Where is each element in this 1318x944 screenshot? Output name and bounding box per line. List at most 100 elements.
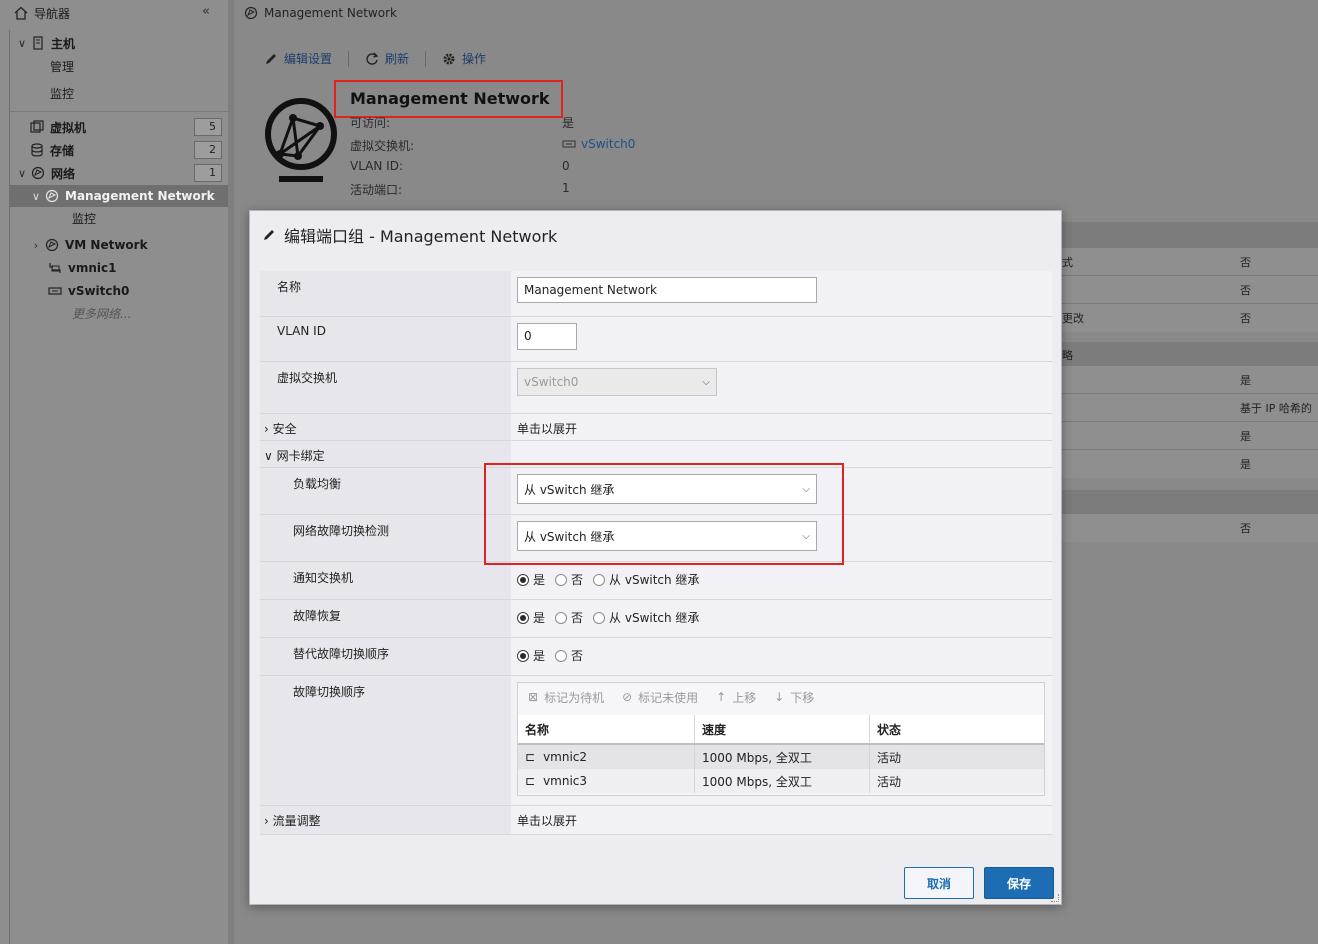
vswitch-label: 虚拟交换机 [260,362,511,413]
edit-settings-button[interactable]: 编辑设置 [264,50,332,67]
chevron-down-icon[interactable]: ∨ [16,167,28,180]
override-no-radio[interactable]: 否 [555,647,583,664]
highlight-box [484,463,844,565]
security-expand-hint[interactable]: 单击以展开 [511,414,1052,440]
nic-status: 活动 [877,774,902,789]
divider [10,111,228,112]
failback-no-label: 否 [571,611,584,625]
tree-item-host[interactable]: ∨ 主机 [16,32,75,54]
virtual-machine-icon [30,120,44,133]
column-header-speed[interactable]: 速度 [695,715,870,743]
move-up-button[interactable]: ↑ 上移 [716,689,756,706]
save-button[interactable]: 保存 [984,867,1054,899]
policy-value: 是 [1240,374,1251,387]
highlight-box [334,80,563,118]
cancel-button[interactable]: 取消 [904,867,974,899]
tree-item-storage-label: 存储 [50,143,75,158]
policy-value: 是 [1240,458,1251,471]
tree-item-mgmt-monitor[interactable]: 监控 [72,207,96,229]
notify-no-radio[interactable]: 否 [555,571,583,588]
tree-item-host-monitor-label: 监控 [50,86,75,101]
traffic-shaping-toggle[interactable]: › 流量调整 [260,806,511,834]
tree-item-management-network-label: Management Network [65,189,215,203]
traffic-shaping-expand-hint[interactable]: 单击以展开 [511,806,1052,834]
failover-order-table: ⊠ 标记为待机 ⊘ 标记未使用 ↑ 上移 ↓ 下移 名称 速度 状态 ⊏ vmnic2 1… [517,682,1045,796]
policy-label: 更改 [1062,312,1084,325]
vswitch-select: vSwitch0 ⌵ [517,368,717,396]
radio-icon [555,611,568,624]
chevron-down-icon[interactable]: ∨ [16,37,28,50]
notify-switches-options: 是 否 从 vSwitch 继承 [511,562,1052,599]
mark-standby-label: 标记为待机 [544,690,605,705]
pencil-icon [266,53,276,64]
vlan-id-input[interactable]: 0 [517,323,577,350]
mark-unused-button[interactable]: ⊘ 标记未使用 [622,689,698,706]
teaming-section-toggle[interactable]: ∨ 网卡绑定 [260,441,511,467]
nic-name-cell: ⊏ vmnic3 [518,769,695,793]
radio-selected-icon [517,573,529,586]
refresh-icon [366,52,379,65]
override-order-options: 是 否 [511,638,1052,675]
failback-inherit-radio[interactable]: 从 vSwitch 继承 [593,609,699,626]
notify-inherit-radio[interactable]: 从 vSwitch 继承 [593,571,699,588]
tree-item-management-network[interactable]: ∨ Management Network [30,185,215,207]
failback-label: 故障恢复 [260,600,511,637]
form-row-override-order: 替代故障切换顺序 是 否 [260,638,1052,676]
tree-item-host-manage[interactable]: 管理 [50,55,74,77]
form-row-traffic-shaping[interactable]: › 流量调整 单击以展开 [260,806,1052,835]
vlan-label: VLAN ID: [350,159,403,173]
column-header-status[interactable]: 状态 [870,715,1044,743]
chevron-right-icon[interactable]: › [30,239,42,252]
dialog-title: 编辑端口组 - Management Network [262,223,557,247]
vswitch-link[interactable]: vSwitch0 [562,137,635,151]
chevron-down-icon[interactable]: ∨ [30,190,42,203]
nic-speed: 1000 Mbps, 全双工 [695,769,870,793]
mark-standby-button[interactable]: ⊠ 标记为待机 [528,689,604,706]
failover-toolbar: ⊠ 标记为待机 ⊘ 标记未使用 ↑ 上移 ↓ 下移 [518,683,1044,711]
resize-handle[interactable] [1051,894,1059,902]
failback-yes-radio[interactable]: 是 [517,609,545,626]
tree-item-storage[interactable]: 存储 2 [30,139,228,161]
network-globe-icon [45,189,59,203]
name-input[interactable]: Management Network [517,277,817,303]
table-header: 名称 速度 状态 [518,715,1044,745]
chevron-down-icon: ⌵ [702,376,710,388]
vlan-value: 0 [562,159,570,173]
actions-button[interactable]: 操作 [442,50,486,67]
gear-icon [443,53,455,64]
tree-item-host-monitor[interactable]: 监控 [50,82,74,104]
teaming-label: 网卡绑定 [276,449,325,463]
notify-yes-label: 是 [533,573,546,587]
notify-yes-radio[interactable]: 是 [517,571,545,588]
table-row[interactable]: ⊏ vmnic2 1000 Mbps, 全双工 活动 [518,745,1044,769]
chevron-right-icon: › [264,422,269,436]
physical-nic-icon: ⊏ [525,750,536,764]
more-networks-link[interactable]: 更多网络... [72,302,131,324]
mark-unused-label: 标记未使用 [638,690,699,705]
policy-label: 式 [1062,256,1073,269]
form-row-security[interactable]: › 安全 单击以展开 [260,414,1052,441]
failback-no-radio[interactable]: 否 [555,609,583,626]
table-row[interactable]: ⊏ vmnic3 1000 Mbps, 全双工 活动 [518,769,1044,793]
refresh-button[interactable]: 刷新 [365,50,409,67]
override-yes-radio[interactable]: 是 [517,647,545,664]
form-row-notify-switches: 通知交换机 是 否 从 vSwitch 继承 [260,562,1052,600]
move-down-button[interactable]: ↓ 下移 [774,689,814,706]
policy-row: 式否 [1062,248,1318,276]
collapse-navigator-icon[interactable]: « [202,4,210,19]
security-section-toggle[interactable]: › 安全 [260,414,511,440]
tree-item-vm-network[interactable]: › VM Network [30,234,148,256]
tree-item-vmnic1[interactable]: vmnic1 [48,257,116,279]
failback-options: 是 否 从 vSwitch 继承 [511,600,1052,637]
policy-value: 否 [1240,256,1251,269]
tree-item-vswitch0[interactable]: vSwitch0 [48,280,129,302]
tree-item-vms[interactable]: 虚拟机 5 [30,116,228,138]
name-value-cell: Management Network [511,271,1052,316]
tree-item-network[interactable]: ∨ 网络 1 [16,162,228,184]
security-label: 安全 [272,422,297,436]
column-header-name[interactable]: 名称 [518,715,695,743]
policy-row: 是 [1062,366,1318,394]
policy-value: 基于 IP 哈希的 [1240,402,1312,415]
tree-guide-line [9,30,10,944]
tree-item-host-label: 主机 [51,36,76,51]
